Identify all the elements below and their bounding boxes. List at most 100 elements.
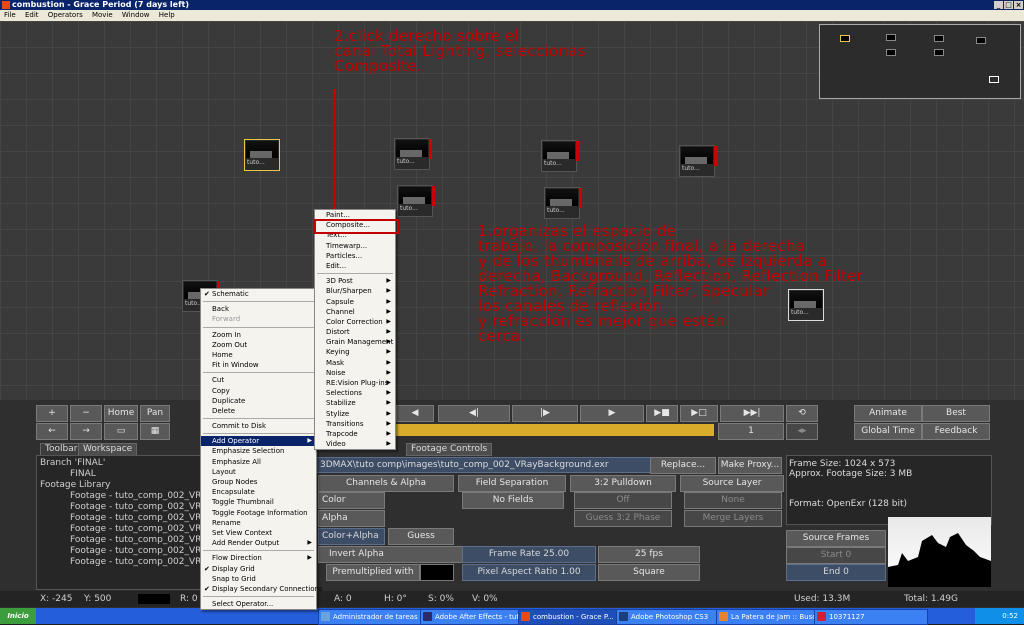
play-icon[interactable]: ▶: [580, 405, 644, 422]
menu-file[interactable]: File: [4, 11, 16, 19]
step-back-icon[interactable]: ◀|: [438, 405, 510, 422]
minimize-button[interactable]: _: [994, 1, 1003, 9]
feedback-toggle[interactable]: Feedback: [922, 423, 990, 440]
guess-phase-button[interactable]: Guess 3:2 Phase: [574, 510, 672, 527]
menu-movie[interactable]: Movie: [92, 11, 113, 19]
tree-footage-item[interactable]: Footage - tuto_comp_002_VRay: [70, 524, 212, 534]
menu-item-transitions[interactable]: Transitions ▶: [315, 419, 395, 429]
task-photoshop[interactable]: Adobe Photoshop CS3: [616, 609, 730, 625]
tree-footage-item[interactable]: Footage - tuto_comp_002_VRay: [70, 557, 212, 567]
footage-path-field[interactable]: 3DMAX\tuto comp\images\tuto_comp_002_VRa…: [316, 457, 651, 473]
menu-item-emphasize-selection[interactable]: Emphasize Selection: [201, 446, 316, 456]
schematic-node[interactable]: tuto...: [394, 138, 432, 170]
view-mode-icon[interactable]: ▭: [104, 423, 138, 440]
menu-item-delete[interactable]: Delete: [201, 406, 316, 416]
menu-help[interactable]: Help: [159, 11, 175, 19]
menu-item-group-nodes[interactable]: Group Nodes: [201, 477, 316, 487]
grid-icon[interactable]: ▦: [140, 423, 170, 440]
menu-item-stabilize[interactable]: Stabilize ▶: [315, 398, 395, 408]
guess-button[interactable]: Guess: [388, 528, 454, 545]
menu-item-back[interactable]: Back: [201, 304, 316, 314]
schematic-node[interactable]: tuto...: [397, 185, 435, 217]
start-frame-field[interactable]: Start 0: [786, 547, 886, 564]
menu-item-set-view-context[interactable]: Set View Context: [201, 528, 316, 538]
menu-item-snap-to-grid[interactable]: Snap to Grid: [201, 574, 316, 584]
color-alpha-button[interactable]: Color+Alpha: [318, 528, 385, 545]
schematic-node[interactable]: tuto...: [544, 187, 582, 219]
tab-footage-controls[interactable]: Footage Controls: [406, 443, 493, 456]
menu-item-copy[interactable]: Copy: [201, 386, 316, 396]
menu-item-channel[interactable]: Channel ▶: [315, 307, 395, 317]
menu-item-grain-management[interactable]: Grain Management ▶: [315, 337, 395, 347]
menu-item-noise[interactable]: Noise ▶: [315, 368, 395, 378]
menu-item-timewarp[interactable]: Timewarp...: [315, 241, 395, 251]
pulldown-select[interactable]: Off: [574, 492, 672, 509]
menu-item-keying[interactable]: Keying ▶: [315, 347, 395, 357]
menu-item-layout[interactable]: Layout: [201, 467, 316, 477]
schematic-view[interactable]: tuto... tuto... tuto... tuto... tuto... …: [0, 21, 1024, 401]
menu-item-display-grid[interactable]: ✔ Display Grid: [201, 564, 316, 574]
menu-item-forward[interactable]: Forward: [201, 314, 316, 324]
menu-item-3d-post[interactable]: 3D Post ▶: [315, 276, 395, 286]
invert-alpha-checkbox[interactable]: Invert Alpha: [318, 546, 464, 563]
go-end-icon[interactable]: ▶▶|: [720, 405, 784, 422]
menu-window[interactable]: Window: [122, 11, 150, 19]
start-button[interactable]: Inicio: [0, 608, 36, 624]
tree-branch[interactable]: Branch 'FINAL': [40, 458, 105, 468]
replace-button[interactable]: Replace...: [650, 457, 716, 474]
fields-select[interactable]: No Fields: [462, 492, 564, 509]
menu-item-display-secondary-connections[interactable]: ✔ Display Secondary Connections: [201, 584, 323, 594]
menu-item-commit-to-disk[interactable]: Commit to Disk: [201, 421, 316, 431]
step-forward-icon[interactable]: |▶: [512, 405, 578, 422]
tree-footage-item[interactable]: Footage - tuto_comp_002_VRay: [70, 535, 212, 545]
schematic-node[interactable]: tuto...: [679, 145, 717, 177]
frame-field[interactable]: 1: [718, 423, 784, 440]
maximize-button[interactable]: □: [1004, 1, 1013, 9]
menu-item-fit-in-window[interactable]: Fit in Window: [201, 360, 316, 370]
menu-item-rename[interactable]: Rename: [201, 518, 316, 528]
tree-final[interactable]: FINAL: [70, 469, 96, 479]
schematic-node[interactable]: tuto...: [541, 140, 579, 172]
home-button[interactable]: Home: [104, 405, 138, 422]
forward-arrow-icon[interactable]: →: [70, 423, 102, 440]
menu-item-toggle-footage-information[interactable]: Toggle Footage Information: [201, 508, 316, 518]
menu-item-flow-direction[interactable]: Flow Direction ▶: [201, 553, 316, 563]
task-combustion[interactable]: combustion - Grace P...: [518, 609, 632, 625]
menu-item-mask[interactable]: Mask ▶: [315, 358, 395, 368]
loop-icon[interactable]: ⟲: [786, 405, 818, 422]
menu-item-add-operator[interactable]: Add Operator ▶: [201, 436, 316, 447]
menu-item-capsule[interactable]: Capsule ▶: [315, 297, 395, 307]
menu-item-zoom-in[interactable]: Zoom In: [201, 330, 316, 340]
menu-item-encapsulate[interactable]: Encapsulate: [201, 487, 316, 497]
menu-item-re-vision-plug-ins[interactable]: RE:Vision Plug-ins ▶: [315, 378, 395, 388]
merge-layers-button[interactable]: Merge Layers: [684, 510, 782, 527]
pixel-aspect-field[interactable]: Pixel Aspect Ratio 1.00: [462, 564, 596, 581]
premultiplied-button[interactable]: Premultiplied with: [326, 564, 420, 581]
aspect-select[interactable]: Square: [598, 564, 700, 581]
menu-item-add-render-output[interactable]: Add Render Output ▶: [201, 538, 316, 548]
play-loop-icon[interactable]: ▶□: [680, 405, 718, 422]
menu-item-video[interactable]: Video ▶: [315, 439, 395, 449]
tree-footage-item[interactable]: Footage - tuto_comp_002_VRay: [70, 491, 212, 501]
task-administrador[interactable]: Administrador de tareas ...: [318, 609, 436, 625]
menu-item-stylize[interactable]: Stylize ▶: [315, 409, 395, 419]
schematic-node[interactable]: tuto...: [244, 139, 280, 171]
pan-button[interactable]: Pan: [140, 405, 170, 422]
frame-arrows-icon[interactable]: ◂▸: [786, 423, 818, 440]
frame-rate-field[interactable]: Frame Rate 25.00: [462, 546, 596, 563]
menu-item-schematic[interactable]: ✔ Schematic: [201, 289, 316, 299]
menu-item-color-correction[interactable]: Color Correction ▶: [315, 317, 395, 327]
tree-footage-item[interactable]: Footage - tuto_comp_002_VRay: [70, 502, 212, 512]
task-firefox[interactable]: La Patera de Jam :: Busc...: [716, 609, 830, 625]
source-layer-select[interactable]: None: [684, 492, 782, 509]
schematic-navigator[interactable]: [819, 24, 1021, 99]
menu-item-trapcode[interactable]: Trapcode ▶: [315, 429, 395, 439]
tree-footage-library[interactable]: Footage Library: [40, 480, 111, 490]
menu-item-cut[interactable]: Cut: [201, 375, 316, 385]
quality-select[interactable]: Best: [922, 405, 990, 422]
play-range-icon[interactable]: ▶■: [646, 405, 678, 422]
global-time-select[interactable]: Global Time: [854, 423, 922, 440]
alpha-button[interactable]: Alpha: [318, 510, 385, 527]
tree-footage-item[interactable]: Footage - tuto_comp_002_VRay: [70, 546, 212, 556]
task-10371127[interactable]: 10371127: [814, 609, 928, 625]
